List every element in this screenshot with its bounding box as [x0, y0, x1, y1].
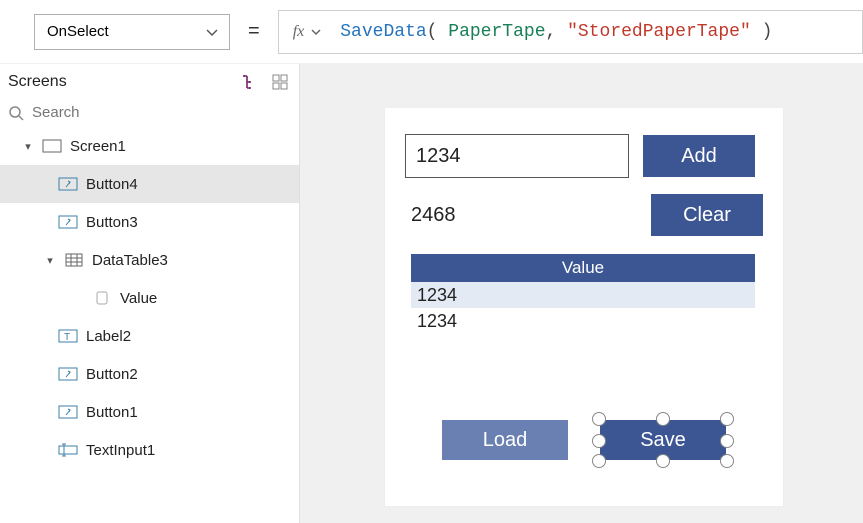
table-row[interactable]: 1234 — [411, 308, 755, 334]
formula-toolbar: OnSelect = fx SaveData( PaperTape, "Stor… — [0, 0, 863, 63]
control-tree: ▾ Screen1 Button4 Button3 ▾ — [0, 127, 299, 469]
tree-item-label: Label2 — [86, 328, 131, 345]
result-label: 2468 — [405, 204, 456, 227]
tree-item-label2[interactable]: T Label2 — [0, 317, 299, 355]
formula-text: SaveData( PaperTape, "StoredPaperTape" ) — [340, 22, 772, 42]
resize-handle[interactable] — [592, 434, 606, 448]
tree-item-textinput1[interactable]: TextInput1 — [0, 431, 299, 469]
tree-view-icon[interactable] — [241, 73, 259, 91]
property-dropdown-value: OnSelect — [47, 23, 109, 40]
search-row — [0, 100, 299, 127]
search-icon — [8, 105, 24, 121]
svg-text:T: T — [64, 332, 70, 343]
collapse-icon[interactable]: ▾ — [44, 254, 56, 267]
canvas-area[interactable]: Add 2468 Clear Value 1234 1234 Load Save — [300, 63, 863, 523]
collapse-icon[interactable]: ▾ — [22, 140, 34, 153]
tree-item-label: TextInput1 — [86, 442, 155, 459]
chevron-down-icon — [205, 25, 219, 39]
table-row[interactable]: 1234 — [411, 282, 755, 308]
datatable-icon — [64, 252, 84, 268]
app-canvas: Add 2468 Clear Value 1234 1234 Load Save — [384, 107, 784, 507]
column-icon — [92, 290, 112, 306]
data-table[interactable]: Value 1234 1234 — [411, 254, 755, 334]
tree-item-label: Button1 — [86, 404, 138, 421]
tree-item-label: Screen1 — [70, 138, 126, 155]
textinput-icon — [58, 442, 78, 458]
resize-handle[interactable] — [720, 434, 734, 448]
panel-header: Screens — [0, 64, 299, 100]
screens-panel: Screens ▾ Screen1 — [0, 63, 300, 523]
button-icon — [58, 366, 78, 382]
number-input[interactable] — [405, 134, 629, 178]
fx-icon[interactable]: fx — [293, 23, 323, 41]
label-icon: T — [58, 328, 78, 344]
property-dropdown[interactable]: OnSelect — [34, 14, 230, 50]
load-button[interactable]: Load — [442, 420, 568, 460]
tree-item-datatable3[interactable]: ▾ DataTable3 — [0, 241, 299, 279]
tree-item-screen1[interactable]: ▾ Screen1 — [0, 127, 299, 165]
resize-handle[interactable] — [720, 454, 734, 468]
resize-handle[interactable] — [720, 412, 734, 426]
screen-icon — [42, 138, 62, 154]
button-icon — [58, 176, 78, 192]
tree-item-button3[interactable]: Button3 — [0, 203, 299, 241]
tree-item-value-column[interactable]: Value — [0, 279, 299, 317]
resize-handle[interactable] — [656, 454, 670, 468]
thumbnail-view-icon[interactable] — [271, 73, 289, 91]
resize-handle[interactable] — [592, 412, 606, 426]
add-button[interactable]: Add — [643, 135, 755, 177]
table-header-value[interactable]: Value — [411, 254, 755, 282]
tree-item-button1[interactable]: Button1 — [0, 393, 299, 431]
tree-item-label: Value — [120, 290, 157, 307]
panel-title: Screens — [8, 73, 67, 91]
resize-handle[interactable] — [592, 454, 606, 468]
formula-bar[interactable]: fx SaveData( PaperTape, "StoredPaperTape… — [278, 10, 863, 54]
tree-item-button2[interactable]: Button2 — [0, 355, 299, 393]
button-icon — [58, 404, 78, 420]
tree-item-label: DataTable3 — [92, 252, 168, 269]
tree-item-button4[interactable]: Button4 — [0, 165, 299, 203]
button-icon — [58, 214, 78, 230]
resize-handle[interactable] — [656, 412, 670, 426]
equals-sign: = — [244, 20, 264, 43]
search-input[interactable] — [32, 104, 291, 121]
workspace: Screens ▾ Screen1 — [0, 63, 863, 523]
tree-item-label: Button4 — [86, 176, 138, 193]
tree-item-label: Button3 — [86, 214, 138, 231]
tree-item-label: Button2 — [86, 366, 138, 383]
clear-button[interactable]: Clear — [651, 194, 763, 236]
selected-control-wrap[interactable]: Save — [600, 420, 726, 460]
